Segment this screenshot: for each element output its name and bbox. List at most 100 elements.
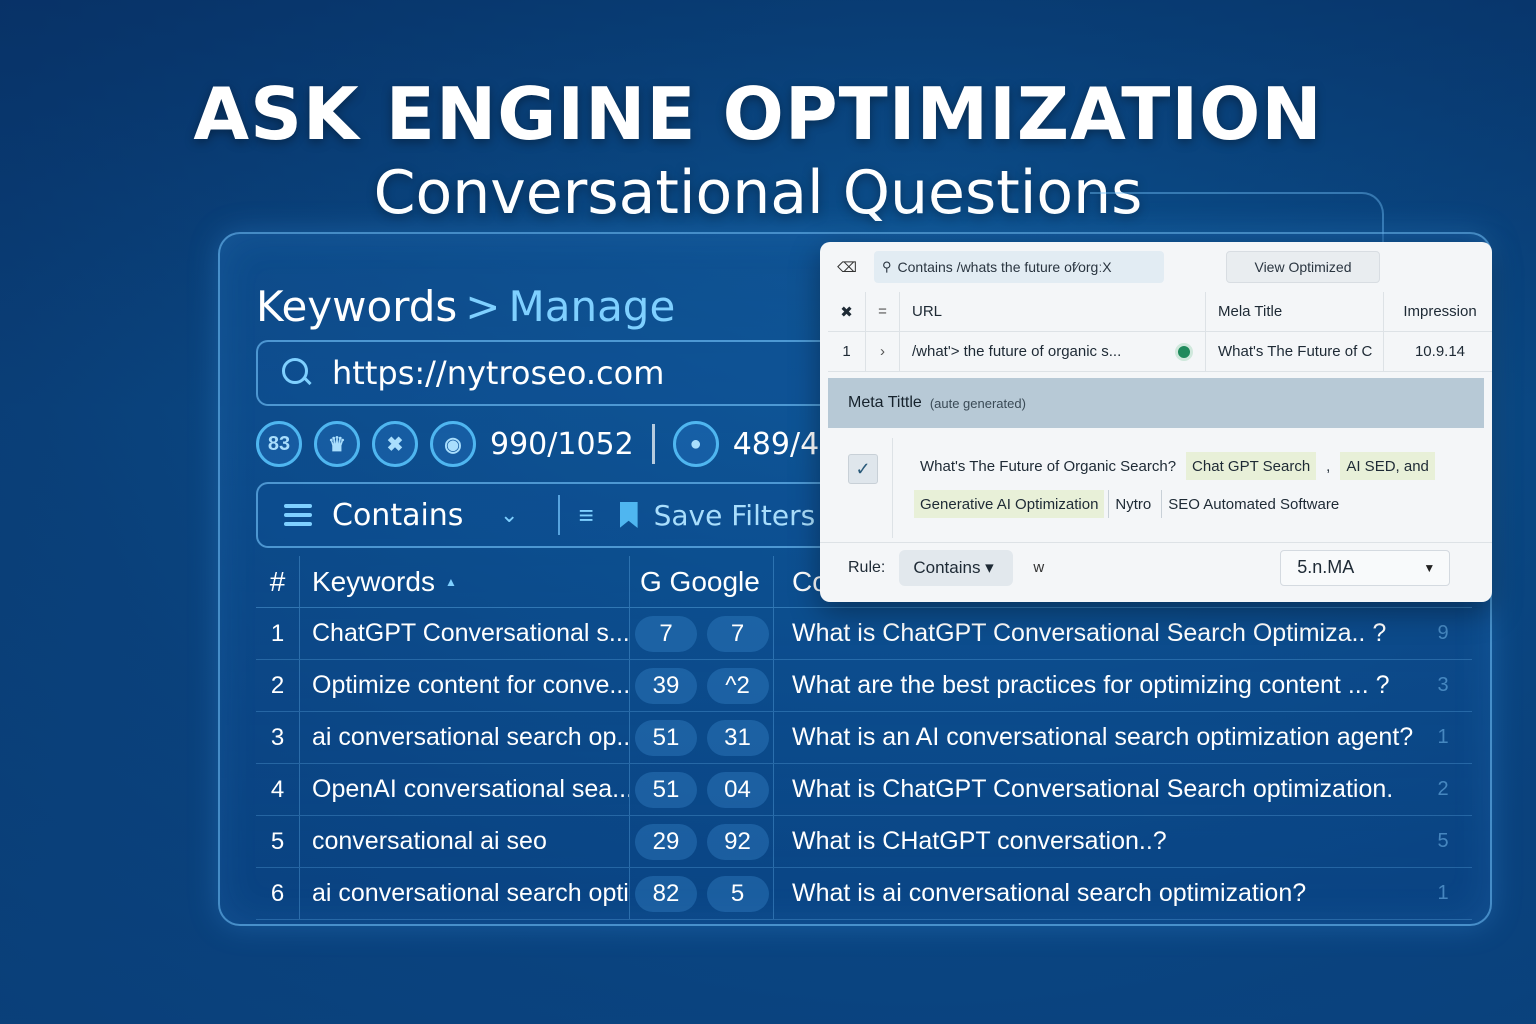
- row-num: 6: [256, 868, 300, 919]
- row-google-a: 7: [630, 608, 702, 659]
- rule-select[interactable]: Contains ▾: [899, 549, 1014, 586]
- popup-search-value: Contains /whats the future of⁄orgːX: [897, 259, 1112, 275]
- row-keyword[interactable]: Optimize content for conve...: [300, 660, 630, 711]
- keyword-table: # Keywords ▲ G Google Co 1 ChatGPT Convers…: [256, 556, 1472, 920]
- view-optimized-button[interactable]: View Optimized: [1226, 251, 1380, 283]
- row-google-a: 51: [630, 712, 702, 763]
- row-question[interactable]: What is ChatGPT Conversational Search Op…: [774, 608, 1414, 659]
- meta-tag[interactable]: Nytro: [1108, 490, 1157, 518]
- meta-title-popup: ⌫ ⚲ Contains /whats the future of⁄orgːX …: [820, 242, 1492, 602]
- row-question[interactable]: What is CHatGPT conversation..?: [774, 816, 1414, 867]
- row-google-b: 5: [702, 868, 774, 919]
- row-num: 1: [828, 332, 866, 371]
- row-num: 1: [256, 608, 300, 659]
- row-num: 5: [256, 816, 300, 867]
- row-google-b: 04: [702, 764, 774, 815]
- meta-title-body: ✓ What's The Future of Organic Search? Ch…: [828, 428, 1484, 538]
- stats-divider: [651, 424, 655, 464]
- filter-bar: Contains ⌄ ≡ Save Filters: [256, 482, 846, 548]
- sort-up-icon: ▲: [444, 574, 457, 589]
- search-icon: ⚲: [882, 259, 892, 274]
- trophy-icon[interactable]: ♛: [314, 421, 360, 467]
- col-header-meta-title[interactable]: Mela Title: [1206, 292, 1384, 331]
- breadcrumb-separator: >: [465, 282, 501, 331]
- table-row[interactable]: 2 Optimize content for conve... 39 ^2 What a…: [256, 660, 1472, 712]
- url-search-input[interactable]: https://nytroseo.com: [256, 340, 856, 406]
- row-count: 1: [1437, 882, 1449, 904]
- row-url: /what'> the future of organic s...: [900, 332, 1206, 371]
- row-count: 3: [1437, 674, 1449, 696]
- col-header-num: #: [256, 556, 300, 607]
- close-icon[interactable]: ✖: [828, 292, 866, 331]
- row-question[interactable]: What are the best practices for optimizi…: [774, 660, 1414, 711]
- row-count: 2: [1437, 778, 1449, 800]
- search-icon: [280, 356, 314, 390]
- table-row[interactable]: 1 › /what'> the future of organic s... W…: [828, 332, 1492, 372]
- divider: [892, 438, 893, 538]
- table-row[interactable]: 4 OpenAI conversational sea... 51 04 What is…: [256, 764, 1472, 816]
- save-filters-button[interactable]: Save Filters: [654, 499, 816, 532]
- row-keyword[interactable]: ai conversational search op...: [300, 712, 630, 763]
- row-google-b: 92: [702, 816, 774, 867]
- tools-icon[interactable]: ✖: [372, 421, 418, 467]
- meta-tag[interactable]: What's The Future of Organic Search?: [914, 452, 1182, 480]
- col-header-url[interactable]: URL: [900, 292, 1206, 331]
- breadcrumb: Keywords > Manage: [256, 282, 675, 331]
- row-keyword[interactable]: ai conversational search opti: [300, 868, 630, 919]
- row-google-a: 82: [630, 868, 702, 919]
- table-row[interactable]: 3 ai conversational search op... 51 31 What …: [256, 712, 1472, 764]
- meta-tag[interactable]: AI SED, and: [1340, 452, 1435, 480]
- pages-count: 990/1052: [490, 426, 634, 462]
- meta-title-section-header: Meta Tittle (aute generated): [828, 378, 1484, 428]
- checkbox[interactable]: ✓: [848, 454, 878, 484]
- page-title: ASK ENGINE OPTIMIZATION: [193, 72, 1323, 156]
- meta-tag[interactable]: ,: [1320, 452, 1336, 480]
- row-count: 5: [1437, 830, 1449, 852]
- col-header-keywords-label: Keywords: [312, 565, 435, 597]
- meta-tag[interactable]: SEO Automated Software: [1161, 490, 1345, 518]
- popup-table-header: ✖ = URL Mela Title Impression: [828, 292, 1492, 332]
- row-keyword[interactable]: OpenAI conversational sea...: [300, 764, 630, 815]
- breadcrumb-keywords[interactable]: Keywords: [256, 282, 457, 331]
- row-num: 4: [256, 764, 300, 815]
- drag-icon: =: [866, 292, 900, 331]
- option-select[interactable]: 5.n.MA ▼: [1280, 549, 1451, 586]
- filter-mode-select[interactable]: Contains: [332, 498, 500, 533]
- chevron-down-icon[interactable]: ⌄: [500, 502, 518, 528]
- row-keyword[interactable]: ChatGPT Conversational s...: [300, 608, 630, 659]
- url-value: https://nytroseo.com: [332, 354, 665, 392]
- breadcrumb-manage[interactable]: Manage: [508, 282, 675, 331]
- row-impression: 10.9.14: [1414, 343, 1466, 360]
- meta-tag[interactable]: Chat GPT Search: [1186, 452, 1317, 480]
- score-badge: 83: [256, 421, 302, 467]
- row-count: 9: [1437, 622, 1449, 644]
- row-num: 3: [256, 712, 300, 763]
- back-icon[interactable]: ⌫: [820, 259, 874, 276]
- table-row[interactable]: 6 ai conversational search opti 82 5 What is…: [256, 868, 1472, 920]
- row-meta-title: What's The Future of C: [1206, 332, 1384, 371]
- row-google-b: ^2: [702, 660, 774, 711]
- row-question[interactable]: What is ChatGPT Conversational Search op…: [774, 764, 1414, 815]
- chevron-right-icon[interactable]: ›: [866, 332, 900, 371]
- row-google-a: 51: [630, 764, 702, 815]
- row-question[interactable]: What is an AI conversational search opti…: [774, 712, 1414, 763]
- table-row[interactable]: 5 conversational ai seo 29 92 What is CHatGP…: [256, 816, 1472, 868]
- meta-tag[interactable]: Generative AI Optimization: [914, 490, 1105, 518]
- meta-title-tags: What's The Future of Organic Search? Chat…: [914, 452, 1484, 518]
- row-keyword[interactable]: conversational ai seo: [300, 816, 630, 867]
- meta-title-label: Meta Tittle: [848, 394, 922, 411]
- row-count: 1: [1437, 726, 1449, 748]
- stats-row: 83 ♛ ✖ ◉ 990/1052 ● 489/491: [256, 420, 871, 468]
- status-dot-icon: [1175, 342, 1193, 361]
- popup-search-input[interactable]: ⚲ Contains /whats the future of⁄orgːX: [874, 251, 1164, 283]
- table-row[interactable]: 1 ChatGPT Conversational s... 7 7 What is Ch…: [256, 608, 1472, 660]
- bookmark-icon: [619, 502, 638, 528]
- globe-icon: ◉: [430, 421, 476, 467]
- meta-title-sublabel: (aute generated): [929, 395, 1026, 411]
- sort-icon[interactable]: ≡: [578, 500, 593, 531]
- row-question[interactable]: What is ai conversational search optimiz…: [774, 868, 1414, 919]
- col-header-impression[interactable]: Impression: [1384, 292, 1484, 331]
- col-header-google[interactable]: G Google: [630, 556, 774, 607]
- list-icon: [284, 504, 312, 526]
- col-header-keywords[interactable]: Keywords ▲: [300, 556, 630, 607]
